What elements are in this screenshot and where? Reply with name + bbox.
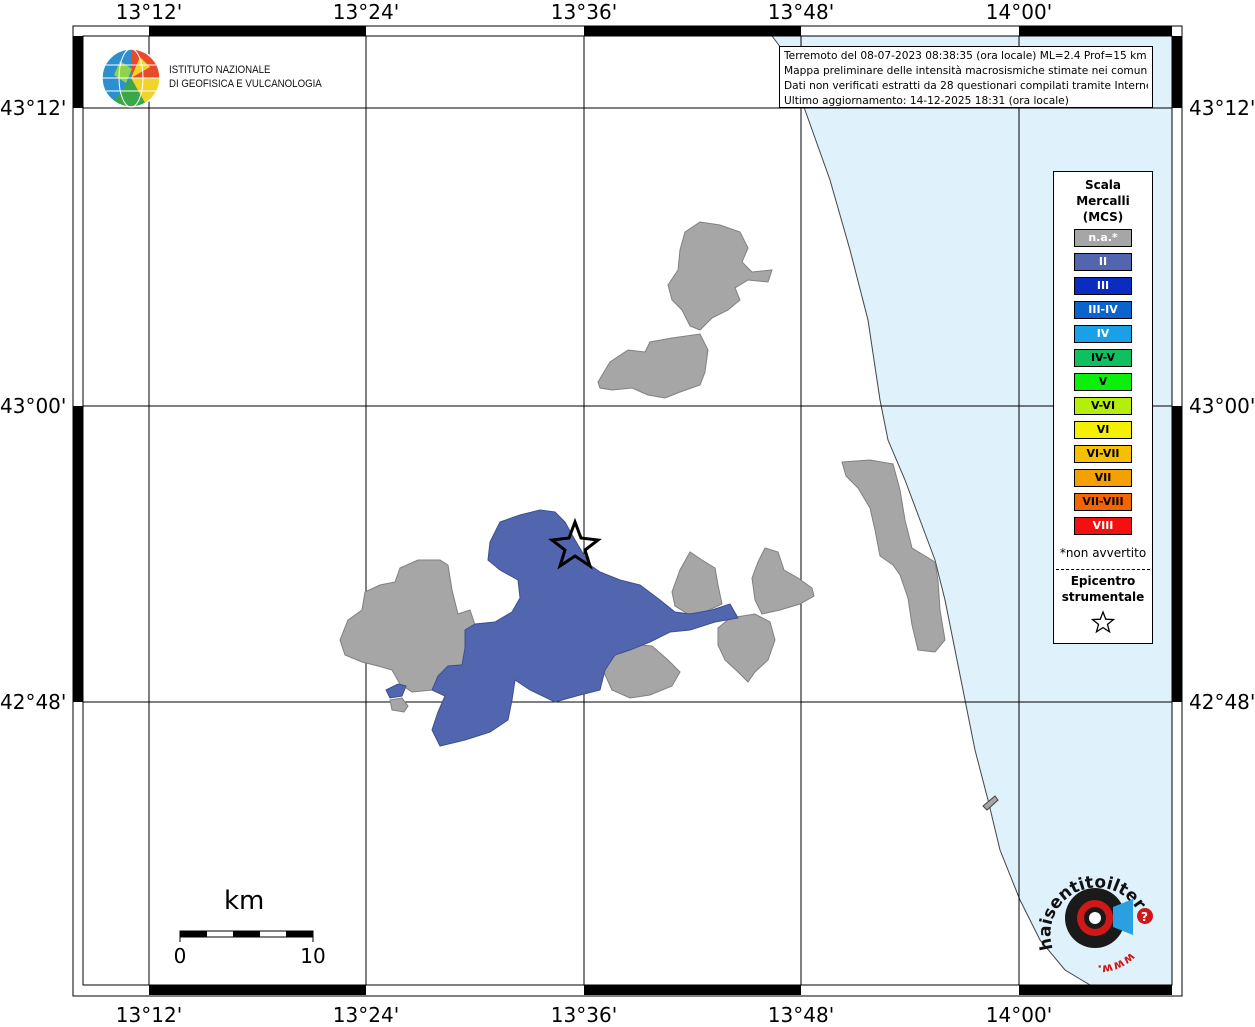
event-info-line2: Mappa preliminare delle intensità macros… [784,65,1148,77]
mcs-legend: Scala Mercalli (MCS) n.a.* II III III-IV IV I… [1053,171,1153,644]
legend-note: *non avvertito [1059,546,1147,560]
legend-title-line3: (MCS) [1082,210,1124,224]
ingv-logo-text: ISTITUTO NAZIONALE DI GEOFISICA E VULCAN… [169,63,322,91]
lat-tick-left-3: 42°48' [0,690,67,714]
scale-bar-unit: km [224,886,265,916]
lon-tick-top-2: 13°24' [332,0,400,24]
event-info-line4: Ultimo aggiornamento: 14-12-2025 18:31 (… [784,95,1069,107]
legend-title-line1: Scala [1084,178,1122,192]
lon-tick-top-4: 13°48' [767,0,835,24]
haisentito-www-text: www. [1097,950,1138,977]
question-icon: ? [1141,910,1148,924]
legend-epi-line1: Epicentro [1070,574,1136,588]
scale-bar [179,930,314,942]
scale-bar-max: 10 [300,944,326,968]
ingv-line2: DI GEOFISICA E VULCANOLOGIA [169,78,322,90]
event-info-line3: Dati non verificati estratti da 28 quest… [784,80,1148,92]
legend-swatch-7: V [1074,373,1132,391]
legend-swatch-5: IV [1074,325,1132,343]
svg-text:www.: www. [1097,950,1138,977]
ingv-logo: ISTITUTO NAZIONALE DI GEOFISICA E VULCAN… [100,47,322,111]
legend-title-line2: Mercalli [1076,194,1130,208]
event-info-line1: Terremoto del 08-07-2023 08:38:35 (ora l… [784,50,1147,62]
lon-tick-bottom-5: 14°00' [985,1003,1053,1027]
lat-tick-right-3: 42°48' [1189,690,1255,714]
legend-swatch-9: VI [1074,421,1132,439]
event-info-box: Terremoto del 08-07-2023 08:38:35 (ora l… [779,46,1153,108]
lon-tick-bottom-4: 13°48' [767,1003,835,1027]
lat-tick-left-1: 43°12' [0,96,67,120]
legend-swatch-4: III-IV [1074,301,1132,319]
haisentito-logo: haisentitoilterremoto.it www. ? [1033,857,1155,977]
legend-epicenter-label: Epicentro strumentale [1054,573,1152,605]
lon-tick-top-3: 13°36' [550,0,618,24]
legend-swatch-2: II [1074,253,1132,271]
lon-tick-bottom-2: 13°24' [332,1003,400,1027]
legend-swatch-10: VI-VII [1074,445,1132,463]
legend-separator [1056,569,1150,570]
globe-icon [101,48,161,108]
lat-tick-left-2: 43°00' [0,394,67,418]
lon-tick-top-1: 13°12' [115,0,183,24]
lon-tick-top-5: 14°00' [985,0,1053,24]
legend-title: Scala Mercalli (MCS) [1054,177,1152,225]
star-icon [1090,610,1116,634]
legend-swatch-12: VII-VIII [1074,493,1132,511]
scale-bar-min: 0 [173,944,187,968]
legend-epi-line2: strumentale [1061,590,1145,604]
legend-swatch-6: IV-V [1074,349,1132,367]
lat-tick-right-2: 43°00' [1189,394,1255,418]
lat-tick-right-1: 43°12' [1189,96,1255,120]
legend-swatch-13: VIII [1074,517,1132,535]
lon-tick-bottom-3: 13°36' [550,1003,618,1027]
legend-swatch-1: n.a.* [1074,229,1132,247]
legend-swatch-11: VII [1074,469,1132,487]
ingv-line1: ISTITUTO NAZIONALE [169,64,271,76]
legend-swatch-8: V-VI [1074,397,1132,415]
lon-tick-bottom-1: 13°12' [115,1003,183,1027]
legend-swatch-3: III [1074,277,1132,295]
